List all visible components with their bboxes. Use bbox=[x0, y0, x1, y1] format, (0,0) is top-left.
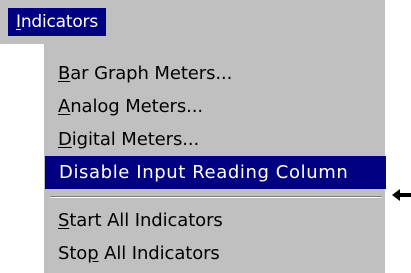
menu-item-label: Start All Indicators bbox=[58, 204, 223, 237]
menu-item-label-rest: igital Meters... bbox=[71, 129, 200, 150]
menu-item-label-rest: nalog Meters... bbox=[70, 96, 203, 117]
menu-item-label: Digital Meters... bbox=[58, 123, 199, 156]
menu-item-start-all-indicators[interactable]: Start All Indicators bbox=[44, 204, 379, 237]
menu-bar: Indicators bbox=[0, 0, 385, 44]
menu-item-label: Stop All Indicators bbox=[58, 237, 220, 270]
menu-item-digital-meters[interactable]: Digital Meters... bbox=[44, 123, 379, 156]
menu-item-disable-input-reading-column[interactable]: Disable Input Reading Column bbox=[45, 156, 386, 189]
menu-item-label-rest: All Indicators bbox=[98, 243, 220, 264]
menu-item-mnemonic: B bbox=[58, 63, 71, 84]
menu-item-label-rest: tart All Indicators bbox=[69, 210, 223, 231]
menu-item-stop-all-indicators[interactable]: Stop All Indicators bbox=[44, 237, 379, 270]
menu-separator bbox=[50, 196, 382, 198]
menu-title-rest: ndicators bbox=[20, 12, 98, 32]
menu-item-label: Bar Graph Meters... bbox=[58, 57, 232, 90]
menu-item-label: Disable Input Reading Column bbox=[59, 162, 349, 183]
indicators-dropdown: Bar Graph Meters... Analog Meters... Dig… bbox=[44, 44, 386, 273]
menu-item-mnemonic: A bbox=[58, 96, 71, 117]
menu-item-mnemonic: p bbox=[87, 243, 99, 264]
menu-indicators[interactable]: Indicators bbox=[8, 8, 106, 36]
menu-item-mnemonic: D bbox=[58, 129, 72, 150]
menu-item-label: Analog Meters... bbox=[58, 90, 203, 123]
left-arrow-icon bbox=[392, 189, 411, 201]
menu-item-bar-graph-meters[interactable]: Bar Graph Meters... bbox=[44, 57, 379, 90]
menu-item-label-rest: ar Graph Meters... bbox=[70, 63, 233, 84]
menu-item-mnemonic: S bbox=[58, 210, 70, 231]
menu-item-label-start: Sto bbox=[58, 243, 88, 264]
menu-item-analog-meters[interactable]: Analog Meters... bbox=[44, 90, 379, 123]
